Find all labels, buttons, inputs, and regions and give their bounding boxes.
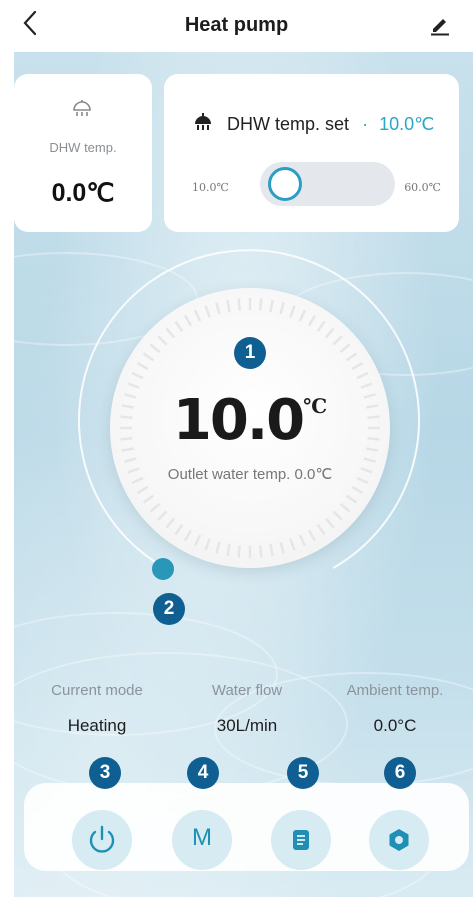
setpoint-unit: ℃: [303, 394, 328, 418]
badge-6: 6: [384, 757, 416, 789]
document-icon: [293, 830, 309, 850]
badge-3: 3: [89, 757, 121, 789]
log-button[interactable]: [271, 810, 331, 870]
settings-button[interactable]: [369, 810, 429, 870]
current-mode-value: Heating: [67, 716, 127, 735]
setpoint-value: 10.0: [172, 388, 305, 453]
setpoint-display: 10.0℃: [110, 388, 390, 453]
current-mode-label: Current mode: [51, 682, 143, 699]
badge-4: 4: [187, 757, 219, 789]
ambient-temp-label: Ambient temp.: [346, 682, 444, 699]
ambient-temp-value: 0.0°C: [373, 716, 417, 735]
mode-letter-icon: M: [192, 824, 212, 851]
badge-5: 5: [287, 757, 319, 789]
dial-handle[interactable]: [152, 558, 174, 580]
power-icon: [89, 825, 115, 853]
water-flow-label: Water flow: [211, 682, 283, 699]
badge-1: 1: [234, 337, 266, 369]
power-button[interactable]: [72, 810, 132, 870]
water-flow-value: 30L/min: [216, 716, 278, 735]
outlet-water-temp: Outlet water temp. 0.0℃: [167, 466, 333, 483]
mode-button[interactable]: M: [172, 810, 232, 870]
gear-icon: [389, 829, 409, 851]
badge-2: 2: [153, 593, 185, 625]
